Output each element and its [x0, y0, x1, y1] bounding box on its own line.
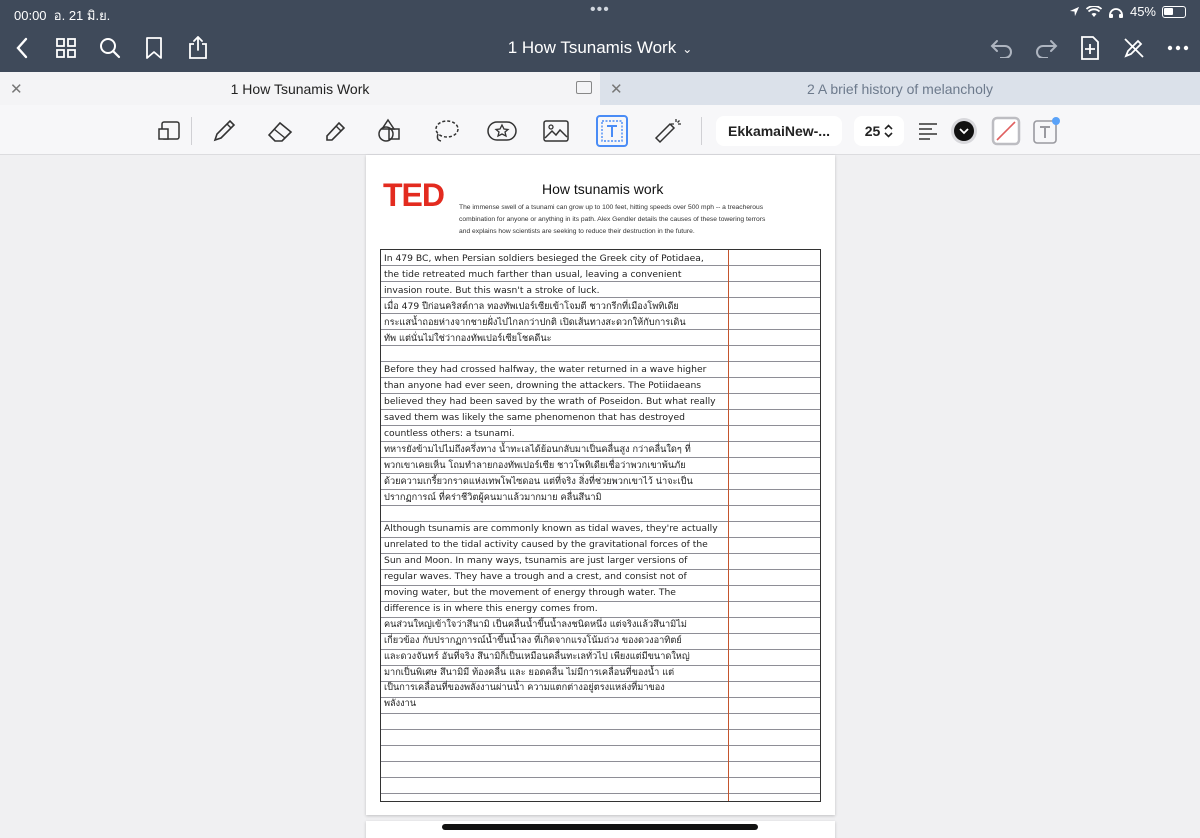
image-tool[interactable]: [540, 115, 572, 147]
text-align-button[interactable]: [912, 115, 944, 147]
align-left-icon: [919, 123, 937, 140]
pen-icon: [213, 119, 236, 142]
redo-button[interactable]: [1032, 34, 1060, 62]
navigation-bar: 1 How Tsunamis Work ⌄: [0, 24, 1200, 72]
document-page[interactable]: TED How tsunamis work The immense swell …: [366, 155, 835, 815]
tab-how-tsunamis-work[interactable]: ✕ 1 How Tsunamis Work: [0, 72, 600, 105]
talk-title: How tsunamis work: [542, 181, 664, 197]
headphone-icon: [1108, 7, 1123, 18]
text-style-icon: [1033, 117, 1060, 144]
add-page-icon: [1081, 36, 1099, 60]
highlighter-icon: [326, 121, 346, 141]
text-style-button[interactable]: [1030, 115, 1062, 147]
image-icon: [543, 120, 569, 142]
undo-button[interactable]: [988, 34, 1016, 62]
highlighter-tool[interactable]: [320, 115, 352, 147]
location-icon: [1069, 6, 1080, 17]
talk-description: The immense swell of a tsunami can grow …: [459, 204, 766, 235]
sticker-icon: [487, 121, 517, 141]
lasso-tool[interactable]: [430, 115, 462, 147]
chevron-down-icon: ⌄: [682, 42, 693, 56]
close-tab-icon[interactable]: ✕: [10, 80, 23, 98]
battery-percent: 45%: [1129, 4, 1156, 19]
tab-brief-history-melancholy[interactable]: ✕ 2 A brief history of melancholy: [600, 72, 1200, 105]
text-tool[interactable]: [596, 115, 628, 147]
home-indicator[interactable]: [442, 824, 758, 830]
battery-icon: [1162, 5, 1186, 18]
document-title-menu[interactable]: 1 How Tsunamis Work ⌄: [0, 38, 1200, 58]
ted-logo: TED: [383, 177, 445, 213]
eraser-icon: [267, 121, 293, 142]
font-size-value: 25: [864, 123, 881, 139]
document-canvas[interactable]: TED How tsunamis work The immense swell …: [0, 155, 1200, 838]
read-only-mode-button[interactable]: [154, 115, 186, 147]
document-title: 1 How Tsunamis Work: [507, 38, 677, 57]
text-color-button[interactable]: [948, 115, 980, 147]
eraser-tool[interactable]: [264, 115, 296, 147]
status-time-date: 00:00 อ. 21 มิ.ย.: [14, 8, 111, 23]
shapes-tool[interactable]: [374, 115, 406, 147]
shapes-icon: [378, 118, 400, 142]
text-box-icon: [601, 120, 623, 142]
pen-tool[interactable]: [208, 115, 240, 147]
lasso-icon: [435, 120, 459, 142]
split-view-icon[interactable]: [576, 81, 592, 94]
drawing-toolbar: EkkamaiNew-... 25: [0, 105, 1200, 155]
status-bar: 00:00 อ. 21 มิ.ย. ••• 45%: [0, 0, 1200, 24]
fill-color-button[interactable]: [990, 115, 1022, 147]
tab-label: 1 How Tsunamis Work: [230, 80, 370, 97]
margin-line: [728, 250, 729, 801]
multitasking-dots-icon[interactable]: •••: [590, 1, 610, 19]
font-family-selector[interactable]: EkkamaiNew-...: [716, 116, 842, 146]
wifi-icon: [1085, 5, 1102, 17]
close-tab-icon[interactable]: ✕: [610, 80, 623, 98]
sticker-tool[interactable]: [486, 115, 518, 147]
laser-pointer-tool[interactable]: [652, 115, 684, 147]
laser-pointer-icon: [654, 119, 681, 144]
status-right: 45%: [1069, 4, 1186, 19]
more-button[interactable]: [1164, 34, 1192, 62]
stepper-icon: [884, 124, 893, 138]
color-swatch-icon: [951, 118, 977, 144]
redo-icon: [1036, 40, 1058, 58]
lined-notes-area[interactable]: In 479 BC, when Persian soldiers besiege…: [380, 249, 821, 802]
more-icon: [1167, 45, 1189, 51]
note-text[interactable]: In 479 BC, when Persian soldiers besiege…: [384, 251, 724, 712]
pen-slash-icon: [1124, 38, 1144, 58]
pen-off-button[interactable]: [1120, 34, 1148, 62]
undo-icon: [990, 40, 1012, 58]
tab-label: 2 A brief history of melancholy: [807, 80, 993, 97]
tablet-icon: [158, 121, 180, 140]
font-size-selector[interactable]: 25: [854, 116, 904, 146]
add-page-button[interactable]: [1076, 34, 1104, 62]
tab-bar: ✕ 1 How Tsunamis Work ✕ 2 A brief histor…: [0, 72, 1200, 105]
no-fill-icon: [991, 116, 1021, 146]
